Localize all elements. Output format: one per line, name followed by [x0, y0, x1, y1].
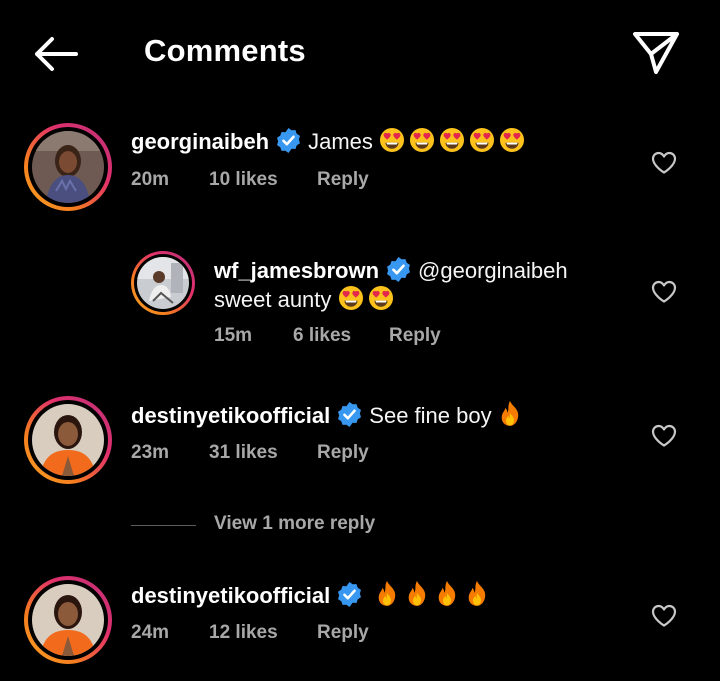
- profile-photo: [32, 404, 104, 476]
- fire-emoji: [405, 580, 429, 607]
- username[interactable]: georginaibeh: [131, 129, 269, 154]
- arrow-left-icon: [35, 37, 78, 71]
- reply-button[interactable]: Reply: [317, 169, 369, 191]
- heart-eyes-emoji: [499, 127, 525, 153]
- mention-link[interactable]: @georginaibeh: [418, 258, 568, 283]
- fire-emoji: [375, 580, 399, 607]
- heart-icon[interactable]: [651, 151, 677, 175]
- username[interactable]: destinyetikoofficial: [131, 583, 330, 608]
- verified-badge-icon: [336, 401, 363, 428]
- likes-count[interactable]: 10 likes: [209, 169, 278, 191]
- comment-body: destinyetikoofficial See fine boy: [131, 400, 528, 434]
- profile-photo: [32, 584, 104, 656]
- emoji-group: [379, 127, 529, 160]
- heart-eyes-emoji: [368, 285, 394, 311]
- share-button[interactable]: [630, 28, 682, 76]
- comment-time: 20m: [131, 169, 170, 190]
- comment-time: 24m: [131, 622, 170, 643]
- avatar[interactable]: [24, 123, 112, 211]
- likes-count[interactable]: 12 likes: [209, 622, 278, 644]
- emoji-group: [375, 580, 495, 614]
- comment-time: 15m: [214, 325, 253, 346]
- heart-eyes-emoji: [469, 127, 495, 153]
- page-title: Comments: [144, 33, 306, 68]
- comment-body: destinyetikoofficial: [131, 580, 495, 614]
- profile-photo: [32, 131, 104, 203]
- paper-plane-icon: [633, 32, 679, 74]
- comment-time: 23m: [131, 442, 170, 463]
- view-more-replies-label[interactable]: View 1 more reply: [214, 513, 375, 535]
- fire-emoji: [498, 400, 522, 427]
- comment-text: See fine boy: [369, 403, 492, 428]
- top-bar: Comments: [0, 0, 720, 105]
- comment-text: James: [308, 129, 373, 154]
- verified-badge-icon: [275, 127, 302, 154]
- heart-eyes-emoji: [439, 127, 465, 153]
- fire-emoji: [465, 580, 489, 607]
- reply-button[interactable]: Reply: [389, 325, 441, 347]
- avatar[interactable]: [24, 576, 112, 664]
- avatar[interactable]: [24, 396, 112, 484]
- reply-button[interactable]: Reply: [317, 622, 369, 644]
- divider-line: [131, 525, 196, 526]
- back-button[interactable]: [30, 32, 82, 76]
- heart-icon[interactable]: [651, 280, 677, 304]
- avatar[interactable]: [131, 251, 195, 315]
- heart-icon[interactable]: [651, 604, 677, 628]
- verified-badge-icon: [336, 581, 363, 608]
- comment-text: sweet aunty: [214, 287, 332, 312]
- heart-icon[interactable]: [651, 424, 677, 448]
- likes-count[interactable]: 31 likes: [209, 442, 278, 464]
- username[interactable]: wf_jamesbrown: [214, 258, 379, 283]
- fire-emoji: [435, 580, 459, 607]
- heart-eyes-emoji: [409, 127, 435, 153]
- emoji-group: [338, 285, 398, 318]
- comment-body: georginaibeh James: [131, 127, 529, 160]
- heart-eyes-emoji: [379, 127, 405, 153]
- profile-photo: [137, 257, 189, 309]
- comment-body: wf_jamesbrown @georginaibeh sweet aunty: [214, 256, 634, 318]
- emoji-group: [498, 400, 528, 434]
- verified-badge-icon: [385, 256, 412, 283]
- reply-button[interactable]: Reply: [317, 442, 369, 464]
- likes-count[interactable]: 6 likes: [293, 325, 351, 347]
- username[interactable]: destinyetikoofficial: [131, 403, 330, 428]
- heart-eyes-emoji: [338, 285, 364, 311]
